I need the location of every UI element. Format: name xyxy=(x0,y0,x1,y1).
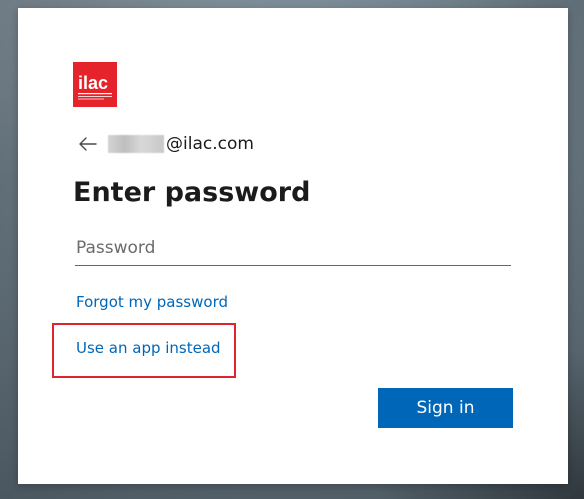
ilac-logo: ilac xyxy=(73,62,117,107)
account-identity: @ilac.com xyxy=(78,132,254,156)
password-field[interactable] xyxy=(75,234,511,266)
arrow-left-icon[interactable] xyxy=(78,136,98,152)
sign-in-button[interactable]: Sign in xyxy=(378,388,513,428)
page-title: Enter password xyxy=(73,177,311,208)
email-suffix: @ilac.com xyxy=(166,134,254,154)
forgot-password-link[interactable]: Forgot my password xyxy=(76,293,228,311)
redacted-username xyxy=(108,135,164,153)
sign-in-card: ilac @ilac.com Enter password Forgot my … xyxy=(18,8,568,484)
use-app-instead-link[interactable]: Use an app instead xyxy=(76,339,221,357)
svg-text:ilac: ilac xyxy=(78,73,108,93)
